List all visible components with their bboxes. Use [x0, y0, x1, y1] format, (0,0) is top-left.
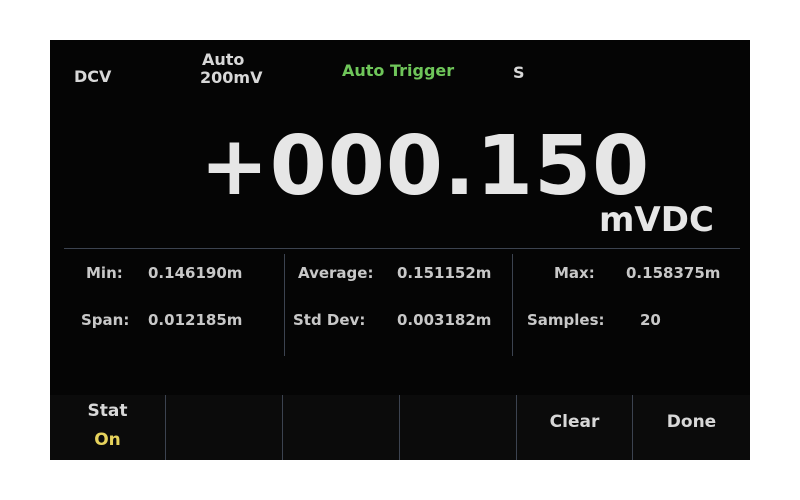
average-value: 0.151152m: [397, 264, 492, 282]
trigger-indicator: Auto Trigger: [342, 61, 455, 80]
stat-softkey-label: Stat: [87, 401, 128, 421]
stat-softkey[interactable]: Stat On: [50, 395, 165, 460]
stats-divider-left: [284, 254, 285, 356]
span-value: 0.012185m: [148, 311, 243, 329]
main-reading: +000.150: [200, 119, 651, 214]
softkey-bar: Stat On Clear Done: [50, 395, 750, 460]
samples-label: Samples:: [527, 311, 605, 329]
meter-display: DCV Auto 200mV Auto Trigger S +000.150 m…: [50, 40, 750, 460]
reading-unit: mVDC: [599, 200, 714, 240]
stddev-value: 0.003182m: [397, 311, 492, 329]
done-softkey[interactable]: Done: [633, 395, 750, 460]
stats-top-divider: [64, 248, 740, 249]
stddev-label: Std Dev:: [293, 311, 366, 329]
min-value: 0.146190m: [148, 264, 243, 282]
softkey-2[interactable]: [166, 395, 282, 460]
stats-divider-right: [512, 254, 513, 356]
done-softkey-label: Done: [666, 412, 717, 432]
average-label: Average:: [298, 264, 374, 282]
rate-indicator: S: [513, 63, 525, 82]
range-indicator: Auto 200mV: [200, 51, 262, 87]
max-value: 0.158375m: [626, 264, 721, 282]
clear-softkey-label: Clear: [549, 412, 600, 432]
clear-softkey[interactable]: Clear: [517, 395, 632, 460]
max-label: Max:: [554, 264, 595, 282]
function-indicator: DCV: [74, 67, 112, 86]
span-label: Span:: [81, 311, 130, 329]
range-mode: Auto: [202, 50, 245, 69]
range-value: 200mV: [200, 68, 263, 87]
samples-value: 20: [640, 311, 661, 329]
softkey-3[interactable]: [283, 395, 399, 460]
stat-softkey-state: On: [94, 430, 121, 450]
min-label: Min:: [86, 264, 123, 282]
softkey-4[interactable]: [400, 395, 516, 460]
